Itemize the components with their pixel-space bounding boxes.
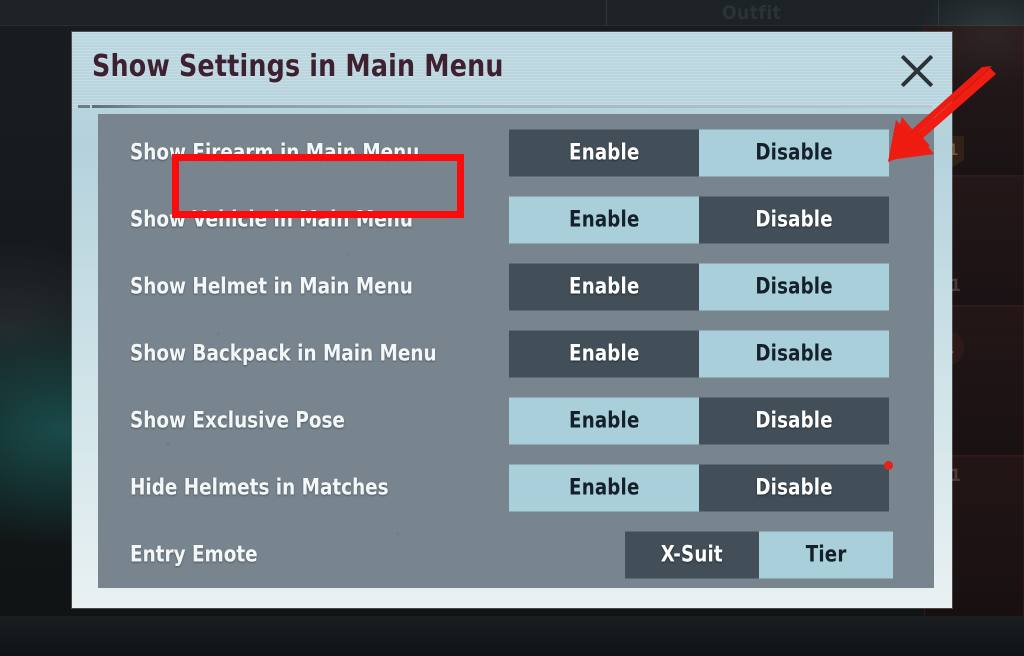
- settings-row-label: Show Firearm in Main Menu: [130, 140, 420, 166]
- disable-button[interactable]: Disable: [699, 129, 889, 177]
- background-tab-outfit: Outfit: [722, 2, 782, 24]
- dialog-header: Show Settings in Main Menu: [72, 32, 952, 106]
- header-divider-dash: [78, 105, 90, 108]
- settings-row: Show Backpack in Main Menu Enable Disable: [98, 323, 934, 385]
- enable-disable-toggle: Enable Disable: [509, 129, 889, 177]
- settings-row-label: Show Backpack in Main Menu: [130, 341, 437, 367]
- settings-row-label: Entry Emote: [130, 542, 258, 568]
- screen: Outfit 11 1/1 1 1/1 Show Settings in Mai…: [0, 0, 1024, 656]
- disable-button[interactable]: Disable: [699, 464, 889, 512]
- enable-button-label: Enable: [568, 341, 640, 367]
- disable-button-label: Disable: [755, 140, 833, 166]
- disable-button-label: Disable: [755, 274, 833, 300]
- show-settings-dialog: Show Settings in Main Menu Show Firearm …: [72, 32, 996, 608]
- disable-button-label: Disable: [755, 341, 833, 367]
- disable-button[interactable]: Disable: [699, 330, 889, 378]
- settings-row-label: Hide Helmets in Matches: [130, 475, 389, 501]
- settings-row: Show Exclusive Pose Enable Disable: [98, 390, 934, 452]
- enable-disable-toggle: Enable Disable: [509, 464, 889, 512]
- enable-button-label: Enable: [568, 475, 640, 501]
- x-suit-button[interactable]: X-Suit: [625, 531, 759, 579]
- x-suit-button-label: X-Suit: [660, 542, 724, 568]
- disable-button[interactable]: Disable: [699, 397, 889, 445]
- settings-row-label: Show Vehicle in Main Menu: [130, 207, 413, 233]
- enable-button-label: Enable: [568, 274, 640, 300]
- enable-button-label: Enable: [568, 140, 640, 166]
- disable-button[interactable]: Disable: [699, 263, 889, 311]
- tier-button-label: Tier: [805, 542, 847, 568]
- enable-button[interactable]: Enable: [509, 196, 699, 244]
- settings-row: Show Vehicle in Main Menu Enable Disable: [98, 189, 934, 251]
- dialog-title: Show Settings in Main Menu: [92, 49, 504, 84]
- header-divider: [92, 105, 932, 108]
- disable-button-label: Disable: [755, 475, 833, 501]
- settings-row-label: Show Exclusive Pose: [130, 408, 345, 434]
- enable-button[interactable]: Enable: [509, 330, 699, 378]
- disable-button-label: Disable: [755, 207, 833, 233]
- enable-disable-toggle: Enable Disable: [509, 263, 889, 311]
- background-top-bar: [0, 0, 1024, 26]
- tier-button[interactable]: Tier: [759, 531, 893, 579]
- enable-button[interactable]: Enable: [509, 263, 699, 311]
- enable-button[interactable]: Enable: [509, 129, 699, 177]
- close-icon[interactable]: [894, 48, 940, 94]
- disable-button-label: Disable: [755, 408, 833, 434]
- enable-button[interactable]: Enable: [509, 464, 699, 512]
- settings-row: Hide Helmets in Matches?EnableDisable: [98, 457, 934, 519]
- settings-row: Show Helmet in Main Menu Enable Disable: [98, 256, 934, 318]
- enable-button[interactable]: Enable: [509, 397, 699, 445]
- enable-button-label: Enable: [568, 408, 640, 434]
- enable-button-label: Enable: [568, 207, 640, 233]
- settings-row-entry-emote: Entry Emote X-Suit Tier: [98, 524, 934, 586]
- notification-dot: [884, 461, 893, 470]
- enable-disable-toggle: Enable Disable: [509, 330, 889, 378]
- entry-emote-toggle: X-Suit Tier: [625, 531, 893, 579]
- disable-button[interactable]: Disable: [699, 196, 889, 244]
- enable-disable-toggle: Enable Disable: [509, 397, 889, 445]
- enable-disable-toggle: Enable Disable: [509, 196, 889, 244]
- settings-row-label: Show Helmet in Main Menu: [130, 274, 413, 300]
- settings-list: Show Firearm in Main Menu Enable Disable Sh…: [98, 114, 934, 588]
- settings-row: Show Firearm in Main Menu Enable Disable: [98, 122, 934, 184]
- background-top-separator: [606, 0, 607, 26]
- background-floor: [0, 616, 1024, 656]
